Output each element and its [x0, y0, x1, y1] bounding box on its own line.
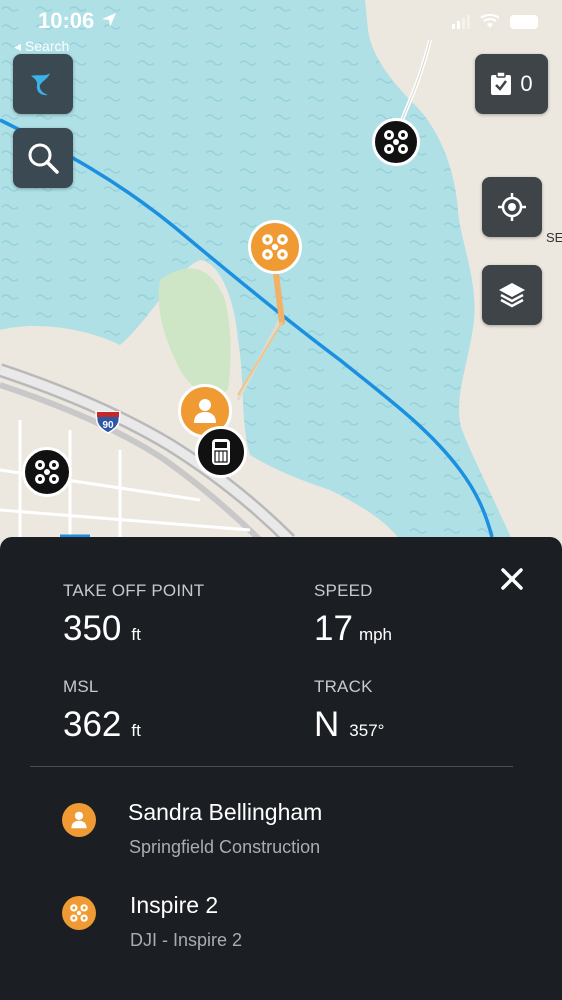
locate-me-button[interactable]: [482, 177, 542, 237]
search-button[interactable]: [13, 128, 73, 188]
checklist-count: 0: [520, 71, 533, 96]
aircraft-row[interactable]: Inspire 2 DJI - Inspire 2: [0, 892, 562, 962]
checklist-button[interactable]: 0: [475, 54, 548, 114]
interstate-shield: 90: [95, 410, 121, 434]
stat-label: MSL: [63, 677, 99, 696]
drone-marker[interactable]: [372, 118, 420, 166]
map-view[interactable]: SE 90 0: [0, 0, 562, 560]
divider: [30, 766, 513, 767]
layers-icon: [499, 283, 525, 308]
speed-stat: SPEED 17 mph: [314, 581, 392, 649]
person-icon: [194, 399, 216, 423]
drone-marker[interactable]: [22, 447, 72, 497]
stat-unit: 357°: [349, 721, 385, 740]
msl-altitude-stat: MSL 362 ft: [63, 677, 141, 745]
app-menu-button[interactable]: [13, 54, 73, 114]
interstate-shield-number: 90: [102, 420, 114, 431]
status-indicators: [452, 14, 538, 29]
stat-label: TAKE OFF POINT: [63, 581, 205, 600]
stat-unit: ft: [131, 625, 141, 644]
stat-unit: ft: [131, 721, 141, 740]
stat-unit: mph: [358, 625, 393, 644]
close-icon[interactable]: [500, 567, 524, 591]
takeoff-altitude-stat: TAKE OFF POINT 350 ft: [63, 581, 204, 649]
search-icon: [28, 143, 59, 174]
drone-icon: [262, 234, 288, 260]
vehicle-icon: [212, 439, 230, 465]
person-icon: [62, 803, 96, 837]
pilot-name: Sandra Bellingham: [128, 799, 323, 825]
drone-icon: [62, 896, 96, 930]
stat-label: SPEED: [314, 581, 373, 600]
aircraft-model: DJI - Inspire 2: [130, 930, 243, 950]
location-arrow-icon: [102, 13, 116, 27]
status-bar: 10:06 ◂ Search: [0, 0, 562, 54]
checklist-icon: [491, 72, 512, 95]
drone-icon: [384, 130, 408, 154]
back-to-search-link[interactable]: ◂ Search: [14, 38, 69, 55]
stat-value: 350: [63, 609, 122, 648]
drone-icon: [35, 460, 59, 484]
wifi-icon: [480, 14, 500, 28]
stat-value: N: [314, 705, 340, 744]
flight-info-panel: TAKE OFF POINT 350 ft SPEED 17 mph MSL 362…: [0, 537, 562, 1000]
map-street-label: SE: [546, 230, 562, 245]
stat-value: 362: [63, 705, 122, 744]
locate-icon: [498, 193, 526, 221]
battery-icon: [510, 14, 538, 29]
app-logo-icon: [31, 73, 50, 96]
pilot-organization: Springfield Construction: [129, 837, 321, 857]
vehicle-marker[interactable]: [195, 426, 247, 478]
stat-value: 17: [314, 609, 353, 648]
aircraft-name: Inspire 2: [130, 892, 219, 918]
map-layers-button[interactable]: [482, 265, 542, 325]
track-stat: TRACK N 357°: [314, 677, 384, 745]
pilot-row[interactable]: Sandra Bellingham Springfield Constructi…: [0, 799, 562, 869]
stat-label: TRACK: [314, 677, 373, 696]
status-time: 10:06: [38, 8, 95, 33]
active-drone-marker[interactable]: [248, 220, 302, 274]
signal-icon: [452, 14, 470, 29]
